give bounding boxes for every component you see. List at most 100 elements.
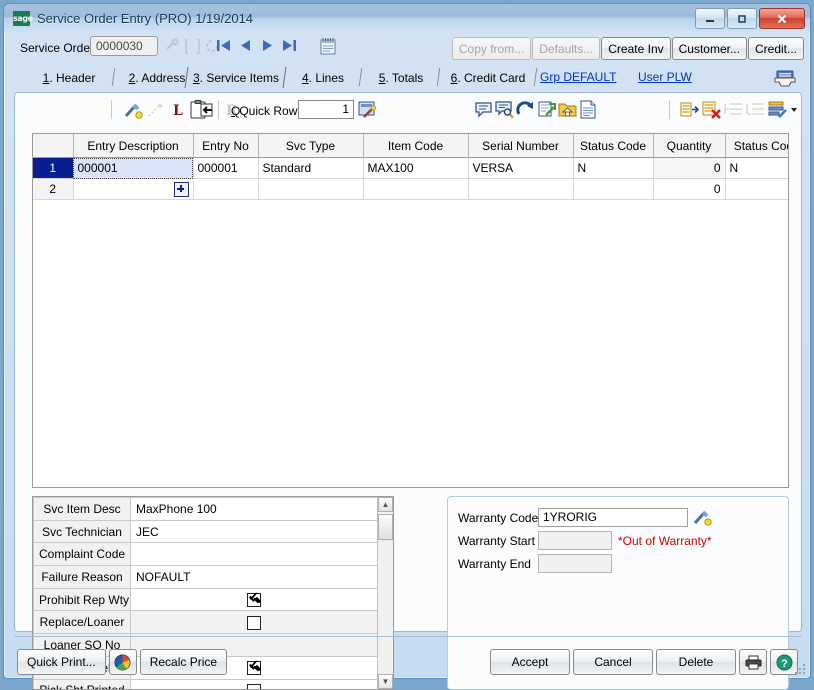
cell-status-code-1[interactable] xyxy=(573,178,654,200)
grid-col-status-code-1[interactable]: Status Code xyxy=(573,134,654,158)
cancel-button[interactable]: Cancel xyxy=(573,649,653,675)
magnifier-pencil-icon[interactable] xyxy=(124,100,143,119)
customer-button[interactable]: Customer... xyxy=(671,37,747,60)
row-number[interactable]: 1 xyxy=(33,157,74,179)
prohibit-rep-wty-checkbox[interactable] xyxy=(247,591,261,607)
scroll-thumb[interactable] xyxy=(378,514,393,540)
memo-icon[interactable] xyxy=(320,37,336,55)
document-lines-icon[interactable] xyxy=(579,100,598,119)
detail-scrollbar[interactable]: ▲ ▼ xyxy=(377,497,393,689)
table-row[interactable]: 1 000001 000001 Standard MAX100 VERSA N … xyxy=(33,157,788,179)
cell-quantity[interactable]: 0 xyxy=(653,178,726,200)
tab-lines[interactable]: 4. Lines xyxy=(287,66,363,89)
tab-header[interactable]: 1. Header xyxy=(26,66,116,89)
user-link[interactable]: User PLW xyxy=(638,70,692,84)
expand-row-icon[interactable] xyxy=(173,181,189,197)
grid-col-rownum[interactable] xyxy=(33,134,74,158)
grid-col-item-code[interactable]: Item Code xyxy=(363,134,469,158)
quick-row-input[interactable]: 1 xyxy=(298,100,354,119)
list-item[interactable]: Complaint Code xyxy=(33,542,378,567)
cell-entry-no[interactable]: 000001 xyxy=(193,157,259,179)
clipboard-arrow-icon[interactable] xyxy=(188,100,214,119)
delete-row-icon[interactable] xyxy=(702,100,721,119)
tab-service-items[interactable]: 3. Service Items xyxy=(189,66,283,89)
dropdown-caret-icon[interactable] xyxy=(789,100,799,119)
list-item[interactable]: Pick Sht Printed xyxy=(33,678,378,689)
cell-svc-type[interactable]: Standard xyxy=(258,157,364,179)
printer-shipping-icon[interactable] xyxy=(774,70,796,88)
grid-col-quantity[interactable]: Quantity xyxy=(653,134,726,158)
grid-col-serial-number[interactable]: Serial Number xyxy=(468,134,574,158)
list-item[interactable]: Failure Reason NOFAULT xyxy=(33,565,378,589)
defaults-button[interactable]: Defaults... xyxy=(532,37,601,60)
minimize-button[interactable] xyxy=(695,8,725,29)
list-item[interactable]: Replace/Loaner xyxy=(33,610,378,635)
warranty-end-input[interactable] xyxy=(538,554,612,573)
l-letter-icon[interactable]: L xyxy=(170,100,189,119)
row-number[interactable]: 2 xyxy=(33,178,74,200)
detail-value-svc-item-desc[interactable]: MaxPhone 100 xyxy=(130,497,378,521)
tab-totals[interactable]: 5. Totals xyxy=(365,66,441,89)
list-item[interactable]: Svc Item Desc MaxPhone 100 xyxy=(33,497,378,521)
export-icon[interactable] xyxy=(537,100,556,119)
comment-search-icon[interactable] xyxy=(495,100,514,119)
comment-icon[interactable] xyxy=(474,100,493,119)
cell-serial-number[interactable]: VERSA xyxy=(468,157,574,179)
detail-value-prohibit-rep-wty[interactable] xyxy=(130,587,378,612)
scroll-up-icon[interactable]: ▲ xyxy=(378,497,393,512)
row-lookup-icon[interactable] xyxy=(358,100,377,119)
cell-entry-no[interactable] xyxy=(193,178,259,200)
redo-arrow-icon[interactable] xyxy=(516,100,535,119)
previous-record-button[interactable] xyxy=(238,38,253,53)
cell-status-code-2[interactable] xyxy=(725,178,788,200)
cell-serial-number[interactable] xyxy=(468,178,574,200)
warranty-start-input[interactable] xyxy=(538,531,612,550)
detail-value-complaint-code[interactable] xyxy=(130,542,378,567)
insert-row-icon[interactable] xyxy=(680,100,700,119)
detail-value-failure-reason[interactable]: NOFAULT xyxy=(130,565,378,589)
cell-entry-description-expand[interactable] xyxy=(73,178,194,200)
folder-home-icon[interactable] xyxy=(558,100,577,119)
cell-item-code[interactable]: MAX100 xyxy=(363,157,469,179)
list-item[interactable]: Svc Technician JEC xyxy=(33,519,378,544)
pick-sht-printed-checkbox[interactable] xyxy=(247,683,261,689)
table-row[interactable]: 2 0 xyxy=(33,178,788,200)
last-record-button[interactable] xyxy=(282,38,297,53)
create-inv-button[interactable]: Create Inv xyxy=(601,37,671,60)
tab-credit-card[interactable]: 6. Credit Card xyxy=(442,66,538,89)
credit-button[interactable]: Credit... xyxy=(747,37,804,60)
recalc-price-button[interactable]: Recalc Price xyxy=(139,649,228,675)
service-items-grid[interactable]: Entry Description Entry No Svc Type Item… xyxy=(32,133,789,488)
cell-item-code[interactable] xyxy=(363,178,469,200)
grid-col-entry-description[interactable]: Entry Description xyxy=(73,134,194,158)
list-item[interactable]: Prohibit Rep Wty xyxy=(33,587,378,612)
replace-loaner-checkbox[interactable] xyxy=(247,615,261,630)
delete-button[interactable]: Delete xyxy=(656,649,736,675)
first-record-button[interactable] xyxy=(216,38,231,53)
grid-col-status-code-2[interactable]: Status Code xyxy=(725,134,788,158)
grid-col-svc-type[interactable]: Svc Type xyxy=(258,134,364,158)
next-record-button[interactable] xyxy=(260,38,275,53)
cell-status-code-1[interactable]: N xyxy=(573,157,654,179)
cell-quantity[interactable]: 0 xyxy=(653,157,726,179)
cell-status-code-2[interactable]: N xyxy=(725,157,788,179)
accept-button[interactable]: Accept xyxy=(490,649,570,675)
cell-entry-description[interactable]: 000001 xyxy=(73,157,194,179)
quick-print-button[interactable]: Quick Print... xyxy=(17,649,106,675)
service-order-input[interactable]: 0000030 xyxy=(90,36,158,56)
maximize-button[interactable] xyxy=(727,8,757,29)
cell-svc-type[interactable] xyxy=(258,178,364,200)
resize-grip[interactable] xyxy=(794,663,806,675)
close-button[interactable] xyxy=(759,8,805,29)
print-button[interactable] xyxy=(739,649,767,675)
detail-value-pick-sht-printed[interactable] xyxy=(130,678,378,689)
print-label-checkbox[interactable] xyxy=(247,659,261,676)
detail-value-replace-loaner[interactable] xyxy=(130,610,378,635)
group-link[interactable]: Grp DEFAULT xyxy=(540,70,616,84)
row-settings-icon[interactable] xyxy=(768,100,787,119)
warranty-code-input[interactable]: 1YRORIG xyxy=(538,508,688,527)
warranty-lookup-icon[interactable] xyxy=(693,507,712,526)
print-preview-button[interactable] xyxy=(108,649,137,675)
detail-value-svc-technician[interactable]: JEC xyxy=(130,519,378,544)
copy-from-button[interactable]: Copy from... xyxy=(451,37,532,60)
